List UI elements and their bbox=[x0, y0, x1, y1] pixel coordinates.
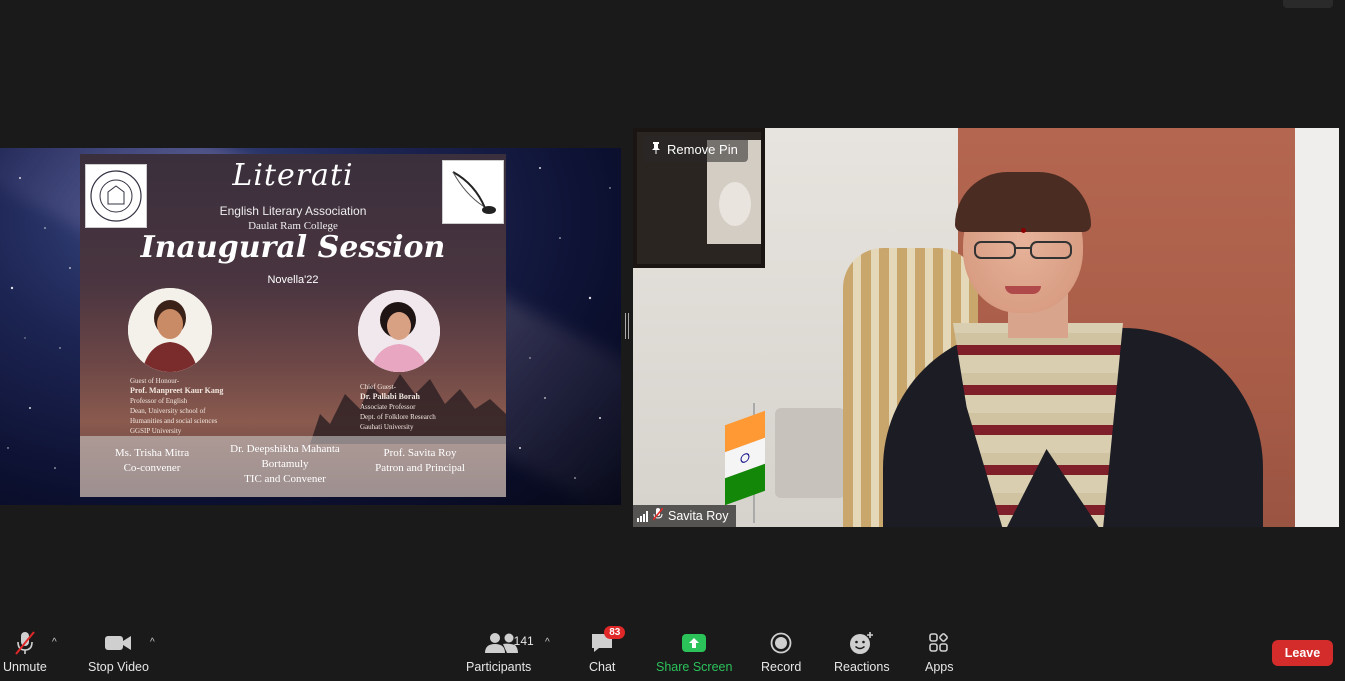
organizer-role: TIC and Convener bbox=[244, 473, 326, 485]
audio-options-chevron-up-icon[interactable]: ^ bbox=[52, 637, 57, 648]
organizer-name: Prof. Savita Roy bbox=[383, 447, 457, 459]
remove-pin-button[interactable]: Remove Pin bbox=[643, 136, 748, 162]
record-label: Record bbox=[761, 660, 802, 674]
signal-strength-icon bbox=[637, 510, 648, 522]
muted-microphone-icon bbox=[13, 630, 37, 656]
guest-of-honour-portrait bbox=[128, 288, 212, 372]
stop-video-button[interactable]: Stop Video bbox=[88, 630, 149, 674]
organizer-role: Patron and Principal bbox=[375, 462, 465, 474]
organizer-convener: Dr. Deepshikha Mahanta Bortamuly TIC and… bbox=[220, 442, 350, 487]
unmute-button[interactable]: Unmute bbox=[3, 630, 47, 674]
guest-line: GGSIP University bbox=[130, 427, 182, 435]
participant-video-tile[interactable]: Remove Pin Savita Roy bbox=[633, 128, 1339, 527]
record-icon bbox=[770, 630, 792, 656]
chat-unread-badge: 83 bbox=[604, 626, 626, 639]
muted-mic-icon bbox=[652, 507, 664, 524]
share-screen-icon bbox=[681, 630, 707, 656]
participants-icon: 141 bbox=[468, 630, 534, 656]
share-screen-button[interactable]: Share Screen bbox=[656, 630, 732, 674]
video-options-chevron-up-icon[interactable]: ^ bbox=[150, 637, 155, 648]
organizer-name: Ms. Trisha Mitra bbox=[114, 447, 190, 459]
chat-label: Chat bbox=[589, 660, 616, 674]
guest-name: Prof. Manpreet Kaur Kang bbox=[130, 386, 224, 395]
smiley-plus-icon bbox=[849, 630, 875, 656]
organizer-co-convener: Ms. Trisha Mitra Co-convener bbox=[102, 446, 202, 476]
organizers-band: Ms. Trisha Mitra Co-convener Dr. Deepshi… bbox=[80, 436, 506, 497]
organizer-name: Dr. Deepshikha Mahanta bbox=[230, 443, 340, 455]
guest-line: Gauhati University bbox=[360, 423, 414, 431]
participant-name-tag: Savita Roy bbox=[633, 505, 737, 527]
guest-role: Chief Guest- bbox=[360, 383, 396, 391]
video-camera-icon bbox=[104, 630, 132, 656]
guest-line: Professor of English bbox=[130, 397, 188, 405]
poster-title: Literati bbox=[232, 158, 354, 193]
meeting-toolbar: Unmute ^ Stop Video ^ 141 Participants ^… bbox=[0, 624, 1345, 681]
poster-association: English Literary Association bbox=[219, 204, 367, 218]
video-curtain bbox=[1295, 128, 1339, 527]
guest-line: Associate Professor bbox=[360, 403, 416, 411]
chief-guest-portrait bbox=[358, 290, 440, 372]
reactions-label: Reactions bbox=[834, 660, 890, 674]
guest-line: Humanities and social sciences bbox=[130, 417, 218, 425]
record-button[interactable]: Record bbox=[761, 630, 801, 674]
leave-button[interactable]: Leave bbox=[1272, 640, 1333, 666]
participants-label: Participants bbox=[466, 660, 532, 674]
pin-icon bbox=[651, 141, 661, 157]
poster-session-title: Inaugural Session bbox=[140, 230, 446, 265]
guest-role: Guest of Honour- bbox=[130, 377, 180, 385]
apps-icon bbox=[928, 630, 950, 656]
person-glasses bbox=[974, 241, 1072, 259]
top-corner-tab bbox=[1283, 0, 1333, 8]
shared-screen-tile: Literati English Literary Association Da… bbox=[0, 148, 621, 505]
organizer-patron: Prof. Savita Roy Patron and Principal bbox=[360, 446, 480, 476]
event-poster: Literati English Literary Association Da… bbox=[80, 154, 506, 497]
reactions-button[interactable]: Reactions bbox=[834, 630, 890, 674]
desk-bag bbox=[775, 408, 845, 498]
chief-guest-details: Chief Guest- Dr. Pallabi Borah Associate… bbox=[360, 382, 436, 432]
chat-button[interactable]: 83 Chat bbox=[589, 626, 626, 674]
guest-line: Dept. of Folklore Research bbox=[360, 413, 436, 421]
poster-event-name: Novella'22 bbox=[267, 274, 319, 286]
person-mouth bbox=[1005, 286, 1041, 294]
split-view-resize-handle[interactable] bbox=[625, 313, 629, 339]
remove-pin-label: Remove Pin bbox=[667, 141, 738, 157]
apps-label: Apps bbox=[925, 660, 954, 674]
participants-button[interactable]: 141 Participants bbox=[466, 630, 534, 674]
guest-name: Dr. Pallabi Borah bbox=[360, 392, 420, 401]
participant-name: Savita Roy bbox=[668, 509, 729, 523]
unmute-label: Unmute bbox=[3, 660, 47, 674]
organizer-name: Bortamuly bbox=[261, 458, 309, 470]
person-bindi bbox=[1021, 228, 1026, 233]
apps-button[interactable]: Apps bbox=[925, 630, 954, 674]
guest-line: Dean, University school of bbox=[130, 407, 206, 415]
participants-count: 141 bbox=[513, 634, 534, 648]
guest-of-honour-details: Guest of Honour- Prof. Manpreet Kaur Kan… bbox=[130, 376, 223, 436]
organizer-role: Co-convener bbox=[123, 462, 181, 474]
flag bbox=[725, 410, 765, 506]
meeting-stage: Literati English Literary Association Da… bbox=[0, 0, 1345, 624]
stop-video-label: Stop Video bbox=[88, 660, 149, 674]
share-screen-label: Share Screen bbox=[656, 660, 733, 674]
chat-icon: 83 bbox=[590, 626, 626, 656]
participants-options-chevron-up-icon[interactable]: ^ bbox=[545, 637, 550, 648]
